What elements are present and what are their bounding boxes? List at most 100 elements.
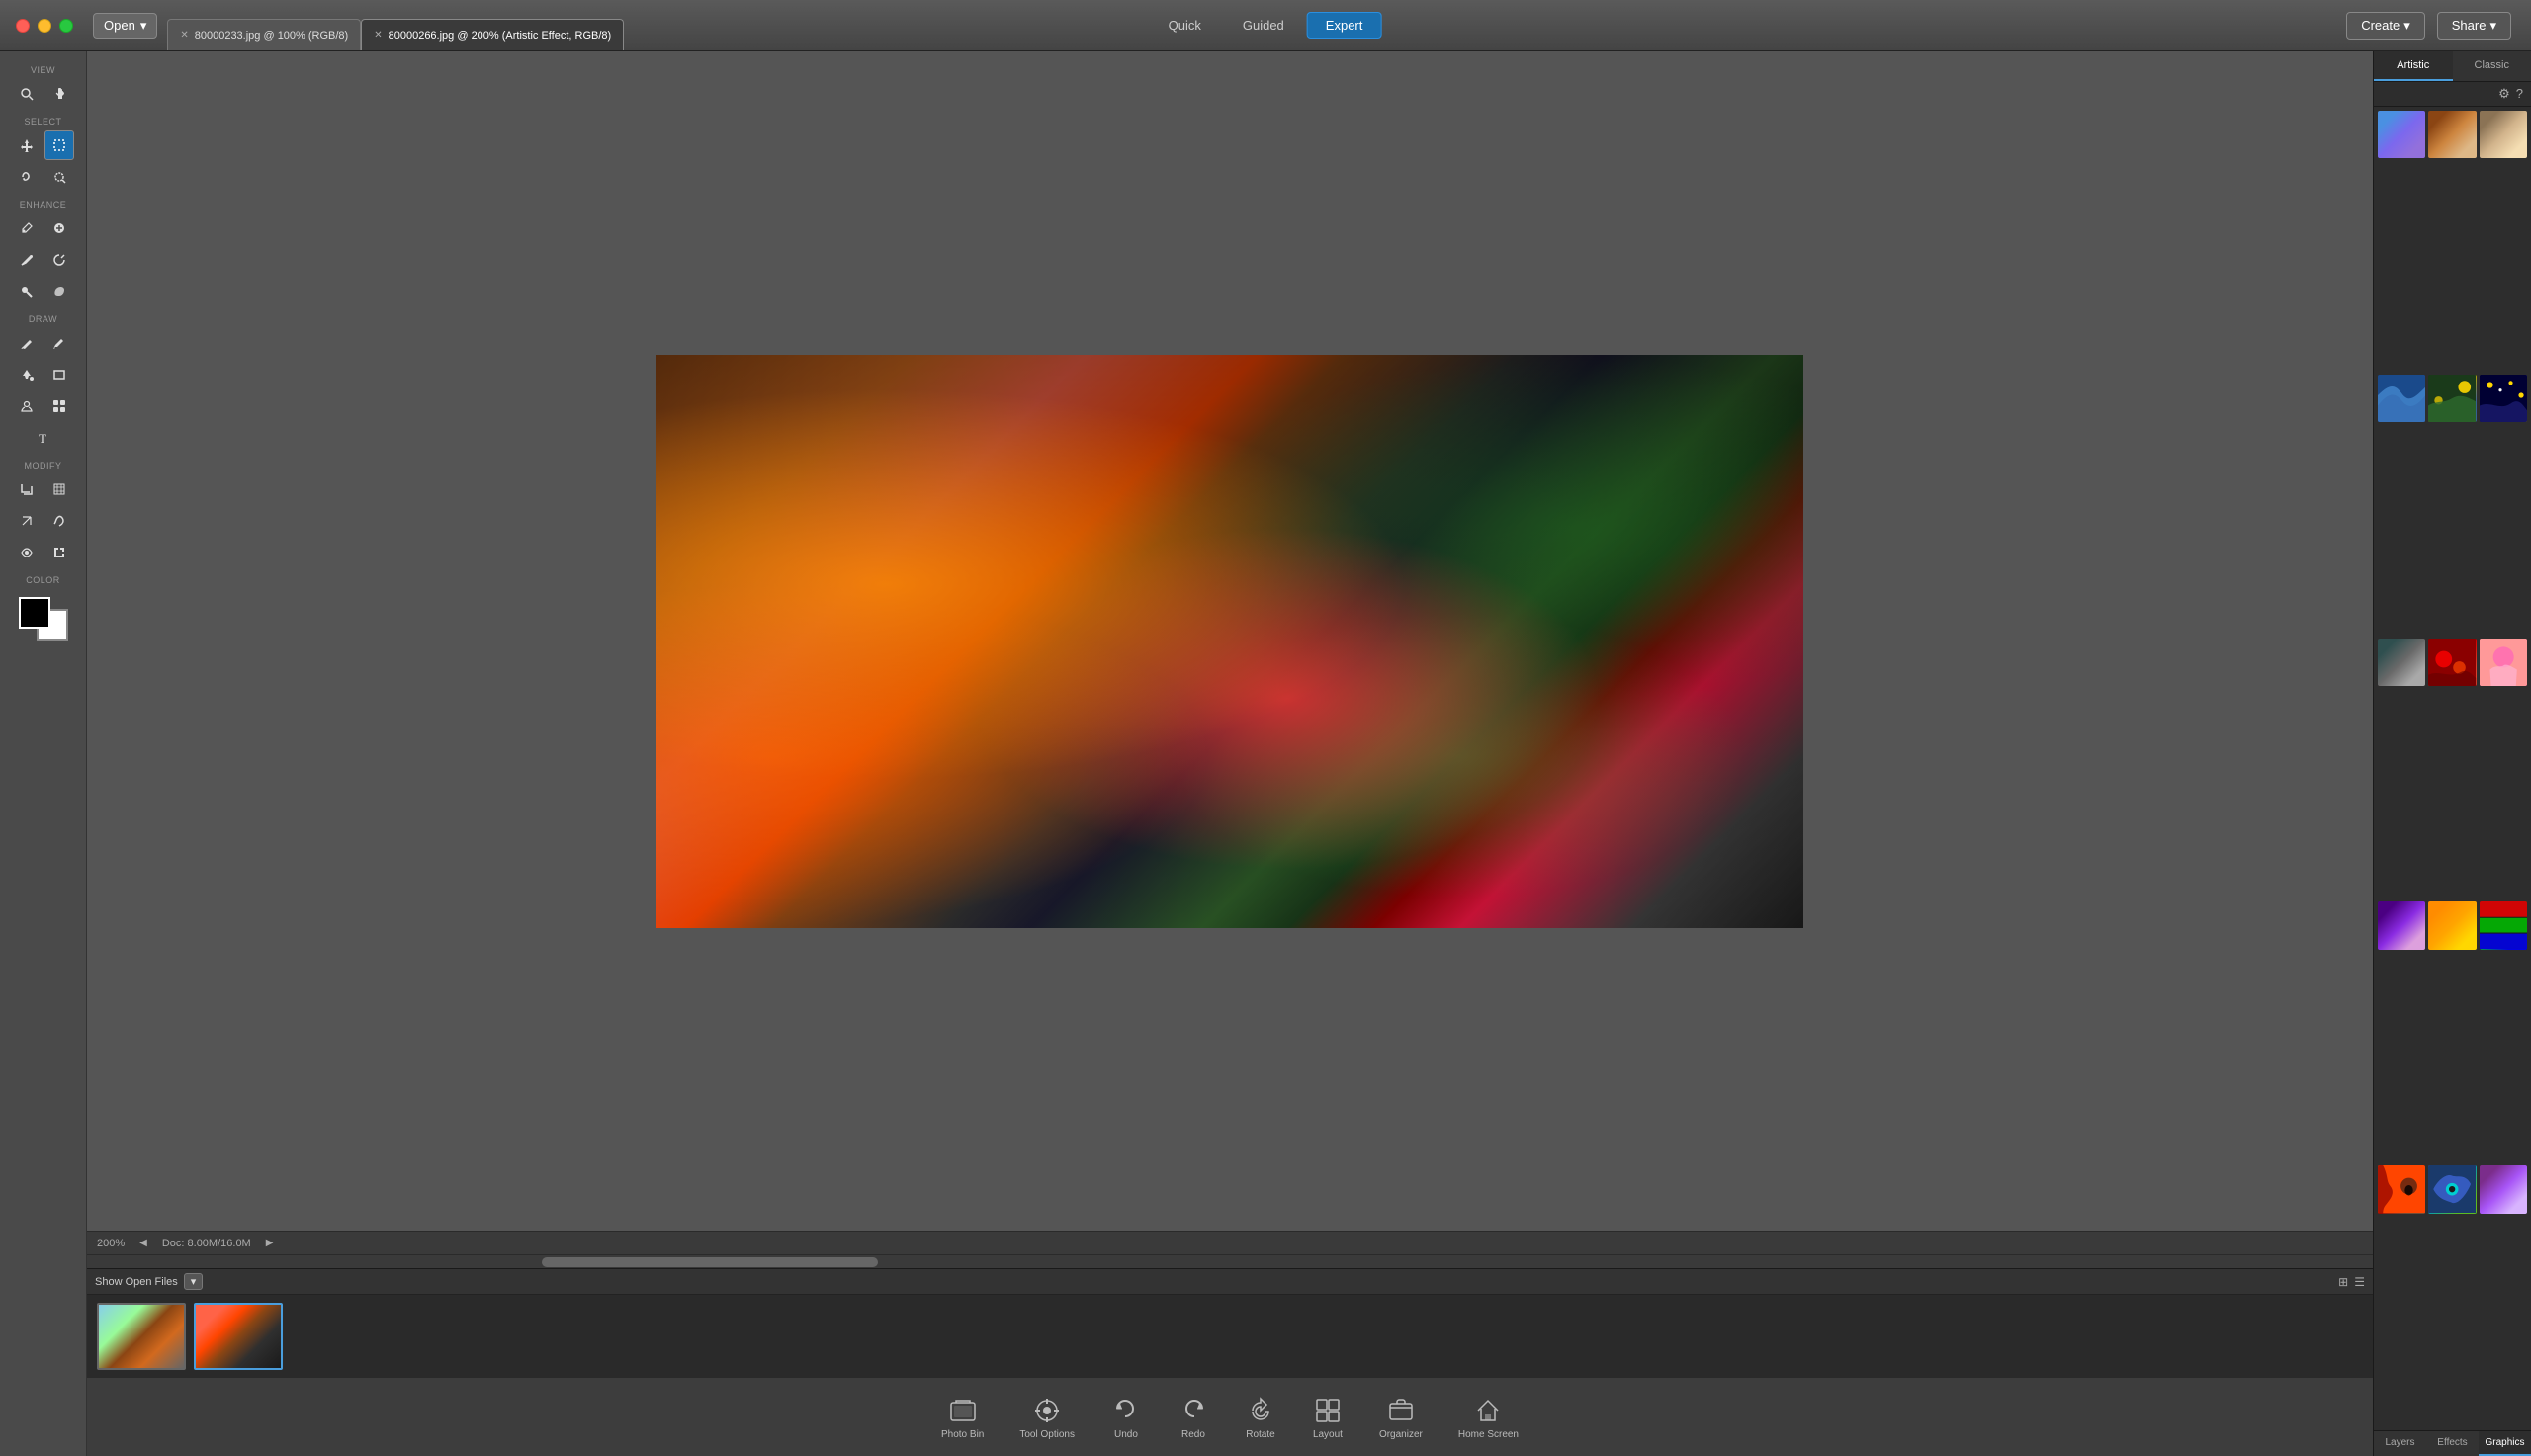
- smart-brush-tool[interactable]: [12, 245, 42, 275]
- canvas-area: 200% ◀ Doc: 8.00M/16.0M ▶ Show Open File…: [87, 51, 2373, 1456]
- photo-thumb-1[interactable]: [97, 1303, 186, 1370]
- canvas-viewport[interactable]: [87, 51, 2373, 1231]
- photo-bin-tool[interactable]: Photo Bin: [927, 1389, 998, 1446]
- layout-tool[interactable]: Layout: [1298, 1389, 1357, 1446]
- svg-text:T: T: [39, 431, 46, 445]
- filter-thumb-anime[interactable]: [2480, 639, 2527, 686]
- lasso-tool[interactable]: [12, 162, 42, 192]
- filter-thumb-15[interactable]: [2480, 1165, 2527, 1213]
- filter-thumb-colorful[interactable]: [2480, 901, 2527, 949]
- horizontal-scrollbar[interactable]: [542, 1257, 878, 1267]
- filter-thumb-red[interactable]: [2428, 639, 2476, 686]
- draw-tools-row3: [12, 391, 74, 421]
- photo-bin-dropdown[interactable]: ▾: [184, 1273, 204, 1290]
- scroll-area: [87, 1254, 2373, 1268]
- filter-thumb-1[interactable]: [2378, 111, 2425, 158]
- filter-thumb-7[interactable]: [2378, 639, 2425, 686]
- maximize-button[interactable]: [59, 19, 73, 33]
- bin-list-icon[interactable]: ☰: [2354, 1275, 2365, 1289]
- guided-mode-button[interactable]: Guided: [1224, 12, 1303, 39]
- draw-tools-row: [12, 328, 74, 358]
- create-label: Create: [2361, 18, 2400, 33]
- home-screen-tool[interactable]: Home Screen: [1444, 1389, 1532, 1446]
- transform-tool[interactable]: [12, 506, 42, 536]
- rotate-tool[interactable]: Rotate: [1231, 1389, 1290, 1446]
- filter-thumb-10[interactable]: [2428, 901, 2476, 949]
- eyedropper-tool[interactable]: [12, 214, 42, 243]
- classic-tab[interactable]: Classic: [2453, 51, 2531, 81]
- recompose-tool[interactable]: [44, 474, 74, 504]
- zoom-tool[interactable]: [12, 79, 42, 109]
- draw-tools-row2: [12, 360, 74, 389]
- close-button[interactable]: [16, 19, 30, 33]
- rectangular-marquee-tool[interactable]: [44, 130, 74, 160]
- pencil-tool[interactable]: [44, 328, 74, 358]
- pattern-stamp-tool[interactable]: [44, 391, 74, 421]
- filter-thumb-2[interactable]: [2428, 111, 2476, 158]
- move-tool[interactable]: [12, 130, 42, 160]
- tab-1-close[interactable]: ✕: [180, 30, 188, 41]
- graphics-tab[interactable]: Graphics: [2479, 1431, 2531, 1456]
- liquify-tool[interactable]: [44, 506, 74, 536]
- filter-thumb-starry[interactable]: [2480, 375, 2527, 422]
- panel-settings-icon[interactable]: ⚙: [2498, 86, 2510, 102]
- redo-label: Redo: [1181, 1429, 1205, 1440]
- status-nav-right[interactable]: ▶: [266, 1238, 274, 1248]
- clone-stamp-tool[interactable]: [12, 391, 42, 421]
- status-nav-left[interactable]: ◀: [139, 1238, 147, 1248]
- undo-label: Undo: [1114, 1429, 1138, 1440]
- canvas-image: [656, 355, 1803, 928]
- hand-tool[interactable]: [44, 79, 74, 109]
- quick-mode-button[interactable]: Quick: [1150, 12, 1220, 39]
- tab-1[interactable]: ✕ 80000233.jpg @ 100% (RGB/8): [167, 19, 361, 50]
- filter-thumb-9[interactable]: [2378, 901, 2425, 949]
- home-screen-icon: [1472, 1395, 1504, 1426]
- undo-tool[interactable]: Undo: [1096, 1389, 1156, 1446]
- title-bar: Open ▾ ✕ 80000233.jpg @ 100% (RGB/8) ✕ 8…: [0, 0, 2531, 51]
- bin-grid-icon[interactable]: ⊞: [2338, 1275, 2348, 1289]
- tab-2-close[interactable]: ✕: [374, 30, 382, 41]
- photo-thumb-1-inner: [99, 1305, 184, 1368]
- expert-mode-button[interactable]: Expert: [1307, 12, 1382, 39]
- filter-thumb-eye[interactable]: [2428, 1165, 2476, 1213]
- foreground-color-swatch[interactable]: [19, 597, 50, 629]
- panel-help-icon[interactable]: ?: [2516, 86, 2523, 102]
- paint-bucket-tool[interactable]: [12, 360, 42, 389]
- layers-tab[interactable]: Layers: [2374, 1431, 2426, 1456]
- filter-thumb-mona[interactable]: [2480, 111, 2527, 158]
- minimize-button[interactable]: [38, 19, 51, 33]
- modify-section-label: MODIFY: [0, 461, 86, 471]
- filter-thumb-wave[interactable]: [2378, 375, 2425, 422]
- organizer-tool[interactable]: Organizer: [1365, 1389, 1437, 1446]
- brush-tool[interactable]: [12, 328, 42, 358]
- filter-thumb-scream[interactable]: [2378, 1165, 2425, 1213]
- open-button[interactable]: Open ▾: [93, 13, 157, 39]
- share-button[interactable]: Share ▾: [2437, 12, 2511, 40]
- photo-bin-area: Show Open Files ▾ ⊞ ☰: [87, 1268, 2373, 1377]
- tool-options-tool[interactable]: Tool Options: [1005, 1389, 1089, 1446]
- left-toolbar: VIEW SELECT ENHANCE: [0, 51, 87, 1456]
- filter-thumb-van[interactable]: [2428, 375, 2476, 422]
- crop-tool[interactable]: [12, 474, 42, 504]
- artistic-tab[interactable]: Artistic: [2374, 51, 2453, 81]
- sponge-tool[interactable]: [44, 277, 74, 306]
- rectangle-tool[interactable]: [44, 360, 74, 389]
- resize-tool[interactable]: [44, 538, 74, 567]
- enhance-section-label: ENHANCE: [0, 200, 86, 210]
- right-panel: Artistic Classic ⚙ ?: [2373, 51, 2531, 1456]
- quick-selection-tool[interactable]: [44, 162, 74, 192]
- layout-icon: [1312, 1395, 1344, 1426]
- blur-tool[interactable]: [44, 245, 74, 275]
- effects-tab[interactable]: Effects: [2426, 1431, 2479, 1456]
- spot-healing-tool[interactable]: [44, 214, 74, 243]
- tab-2[interactable]: ✕ 80000266.jpg @ 200% (Artistic Effect, …: [361, 19, 624, 50]
- doc-info: Doc: 8.00M/16.0M: [162, 1238, 251, 1249]
- type-tool[interactable]: T: [29, 423, 58, 453]
- create-button[interactable]: Create ▾: [2346, 12, 2425, 40]
- redo-tool[interactable]: Redo: [1164, 1389, 1223, 1446]
- red-eye-tool[interactable]: [12, 538, 42, 567]
- photo-bin-toolbar: Show Open Files ▾ ⊞ ☰: [87, 1269, 2373, 1295]
- dodge-tool[interactable]: [12, 277, 42, 306]
- modify-tools-row3: [12, 538, 74, 567]
- photo-thumb-2[interactable]: [194, 1303, 283, 1370]
